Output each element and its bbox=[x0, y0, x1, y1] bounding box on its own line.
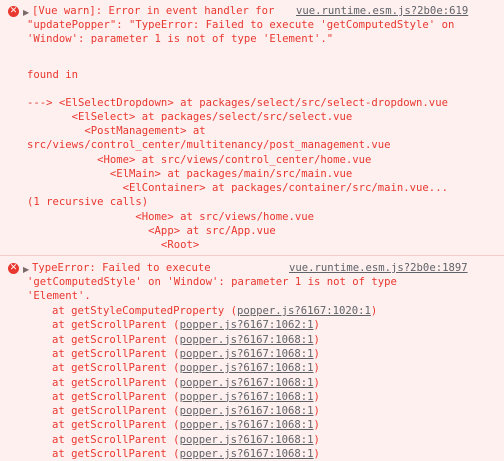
stack-frame-close: ) bbox=[313, 362, 320, 375]
stack-frame-link[interactable]: popper.js?6167:1062:1 bbox=[180, 319, 314, 331]
stack-frame-function: at getScrollParent ( bbox=[52, 362, 180, 375]
stack-frame: at getScrollParent (popper.js?6167:1068:… bbox=[52, 433, 320, 447]
stack-frame-close: ) bbox=[313, 405, 320, 418]
message-line-1: TypeError: Failed to execute bbox=[32, 262, 211, 274]
stack-frame-close: ) bbox=[313, 376, 320, 389]
message-line-2: "updatePopper": "TypeError: Failed to ex… bbox=[27, 19, 455, 31]
trace-line: src/views/control_center/multitenancy/po… bbox=[27, 139, 391, 151]
stack-frame-link[interactable]: popper.js?6167:1068:1 bbox=[180, 348, 314, 360]
stack-frame-function: at getScrollParent ( bbox=[52, 405, 180, 418]
stack-frame-close: ) bbox=[313, 319, 320, 332]
stack-frame-link[interactable]: popper.js?6167:1068:1 bbox=[180, 391, 314, 403]
stack-frame: at getScrollParent (popper.js?6167:1068:… bbox=[52, 390, 320, 404]
trace-line: <App> at src/App.vue bbox=[27, 225, 276, 237]
found-in-label: found in bbox=[27, 69, 79, 81]
source-link[interactable]: vue.runtime.esm.js?2b0e:1897 bbox=[289, 261, 468, 275]
message-line-1: [Vue warn]: Error in event handler for bbox=[32, 4, 281, 18]
message-text: [Vue warn]: Error in event handler for bbox=[32, 5, 281, 17]
stack-frame-function: at getScrollParent ( bbox=[52, 433, 180, 446]
stack-frame: at getScrollParent (popper.js?6167:1062:… bbox=[52, 318, 320, 332]
stack-frame: at getScrollParent (popper.js?6167:1068:… bbox=[52, 376, 320, 390]
stack-frame: at getScrollParent (popper.js?6167:1068:… bbox=[52, 447, 320, 461]
message-line-3: 'Window': parameter 1 is not of type 'El… bbox=[27, 33, 334, 45]
stack-frame: at getStyleComputedProperty (popper.js?6… bbox=[52, 304, 377, 318]
stack-frame-link[interactable]: popper.js?6167:1068:1 bbox=[180, 334, 314, 346]
stack-frame-close: ) bbox=[313, 390, 320, 403]
message-line-3: 'Element'. bbox=[27, 290, 91, 302]
stack-frame-function: at getScrollParent ( bbox=[52, 347, 180, 360]
console-entry-vue-warn: ✕ ▶ [Vue warn]: Error in event handler f… bbox=[0, 0, 504, 256]
stack-frame: at getScrollParent (popper.js?6167:1068:… bbox=[52, 418, 320, 432]
message-line-2: 'getComputedStyle' on 'Window': paramete… bbox=[27, 276, 397, 288]
stack-frame: at getScrollParent (popper.js?6167:1068:… bbox=[52, 404, 320, 418]
stack-frame-close: ) bbox=[313, 433, 320, 446]
trace-line: <Root> bbox=[27, 239, 200, 251]
error-icon: ✕ bbox=[8, 263, 19, 274]
trace-line: <Home> at src/views/home.vue bbox=[27, 211, 315, 223]
stack-frame-function: at getScrollParent ( bbox=[52, 376, 180, 389]
stack-frame-close: ) bbox=[313, 333, 320, 346]
stack-frame-function: at getStyleComputedProperty ( bbox=[52, 305, 237, 317]
trace-line: <ElMain> at packages/main/src/main.vue bbox=[27, 168, 353, 180]
stack-frame: at getScrollParent (popper.js?6167:1068:… bbox=[52, 333, 320, 347]
stack-frame-close: ) bbox=[313, 419, 320, 432]
error-icon: ✕ bbox=[8, 6, 19, 17]
source-link[interactable]: vue.runtime.esm.js?2b0e:619 bbox=[296, 4, 468, 18]
stack-frame-function: at getScrollParent ( bbox=[52, 390, 180, 403]
stack-frame-close: ) bbox=[370, 305, 378, 317]
trace-line: (1 recursive calls) bbox=[27, 196, 149, 208]
stack-frame-link[interactable]: popper.js?6167:1068:1 bbox=[180, 405, 314, 417]
stack-frame-link[interactable]: popper.js?6167:1068:1 bbox=[180, 362, 314, 374]
stack-frame-link[interactable]: popper.js?6167:1020:1 bbox=[237, 305, 371, 317]
stack-frame-function: at getScrollParent ( bbox=[52, 333, 180, 346]
trace-line: <Home> at src/views/control_center/home.… bbox=[27, 154, 372, 166]
console-entry-type-error: ✕ ▶ TypeError: Failed to execute vue.run… bbox=[0, 256, 504, 460]
stack-frame: at getScrollParent (popper.js?6167:1068:… bbox=[52, 361, 320, 375]
stack-frame: at getScrollParent (popper.js?6167:1068:… bbox=[52, 347, 320, 361]
trace-line: <ElSelect> at packages/select/src/select… bbox=[27, 111, 353, 123]
stack-frame-function: at getScrollParent ( bbox=[52, 319, 180, 332]
stack-frame-close: ) bbox=[313, 347, 320, 360]
stack-frame-function: at getScrollParent ( bbox=[52, 419, 180, 432]
stack-frame-link[interactable]: popper.js?6167:1068:1 bbox=[180, 419, 314, 431]
stack-frame-link[interactable]: popper.js?6167:1068:1 bbox=[180, 434, 314, 446]
trace-line: <PostManagement> at bbox=[27, 125, 206, 137]
trace-line: ---> <ElSelectDropdown> at packages/sele… bbox=[27, 97, 448, 109]
stack-frame-link[interactable]: popper.js?6167:1068:1 bbox=[180, 377, 314, 389]
trace-line: <ElContainer> at packages/container/src/… bbox=[27, 182, 448, 194]
